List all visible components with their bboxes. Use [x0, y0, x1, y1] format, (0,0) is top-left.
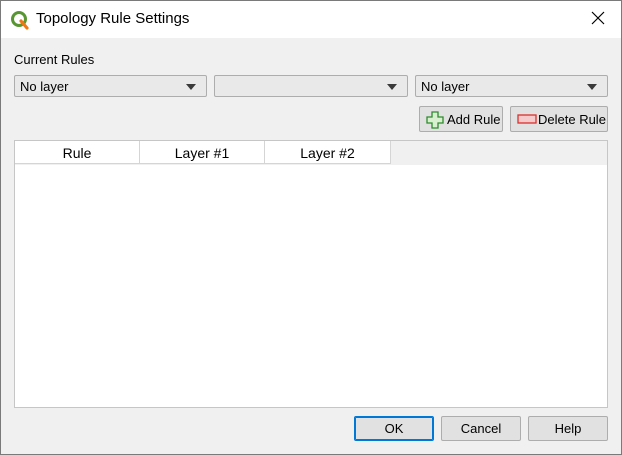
add-rule-button[interactable]: Add Rule — [419, 106, 503, 132]
ok-button[interactable]: OK — [354, 416, 434, 441]
dialog-window: Topology Rule Settings Current Rules No … — [0, 0, 622, 455]
delete-rule-button[interactable]: Delete Rule — [510, 106, 608, 132]
table-header: Rule Layer #1 Layer #2 — [15, 141, 607, 165]
add-rule-label: Add Rule — [447, 112, 501, 127]
minus-icon — [517, 113, 537, 128]
title-bar: Topology Rule Settings — [1, 1, 621, 38]
column-header-layer1[interactable]: Layer #1 — [140, 141, 265, 164]
close-button[interactable] — [575, 1, 621, 38]
help-button[interactable]: Help — [528, 416, 608, 441]
column-header-rule[interactable]: Rule — [15, 141, 140, 164]
window-title: Topology Rule Settings — [36, 10, 190, 27]
close-icon — [591, 11, 605, 28]
layer2-combobox[interactable]: No layer — [415, 75, 608, 97]
current-rules-label: Current Rules — [14, 52, 95, 67]
rules-table[interactable]: Rule Layer #1 Layer #2 — [14, 140, 608, 408]
rule-combobox[interactable] — [214, 75, 408, 97]
layer1-combobox[interactable]: No layer — [14, 75, 207, 97]
layer1-value: No layer — [20, 79, 69, 94]
plus-icon — [426, 111, 444, 132]
layer2-value: No layer — [421, 79, 470, 94]
column-header-layer2[interactable]: Layer #2 — [265, 141, 391, 164]
qgis-icon — [10, 10, 30, 30]
cancel-button[interactable]: Cancel — [441, 416, 521, 441]
delete-rule-label: Delete Rule — [538, 112, 606, 127]
chevron-down-icon — [387, 84, 397, 90]
chevron-down-icon — [587, 84, 597, 90]
chevron-down-icon — [186, 84, 196, 90]
